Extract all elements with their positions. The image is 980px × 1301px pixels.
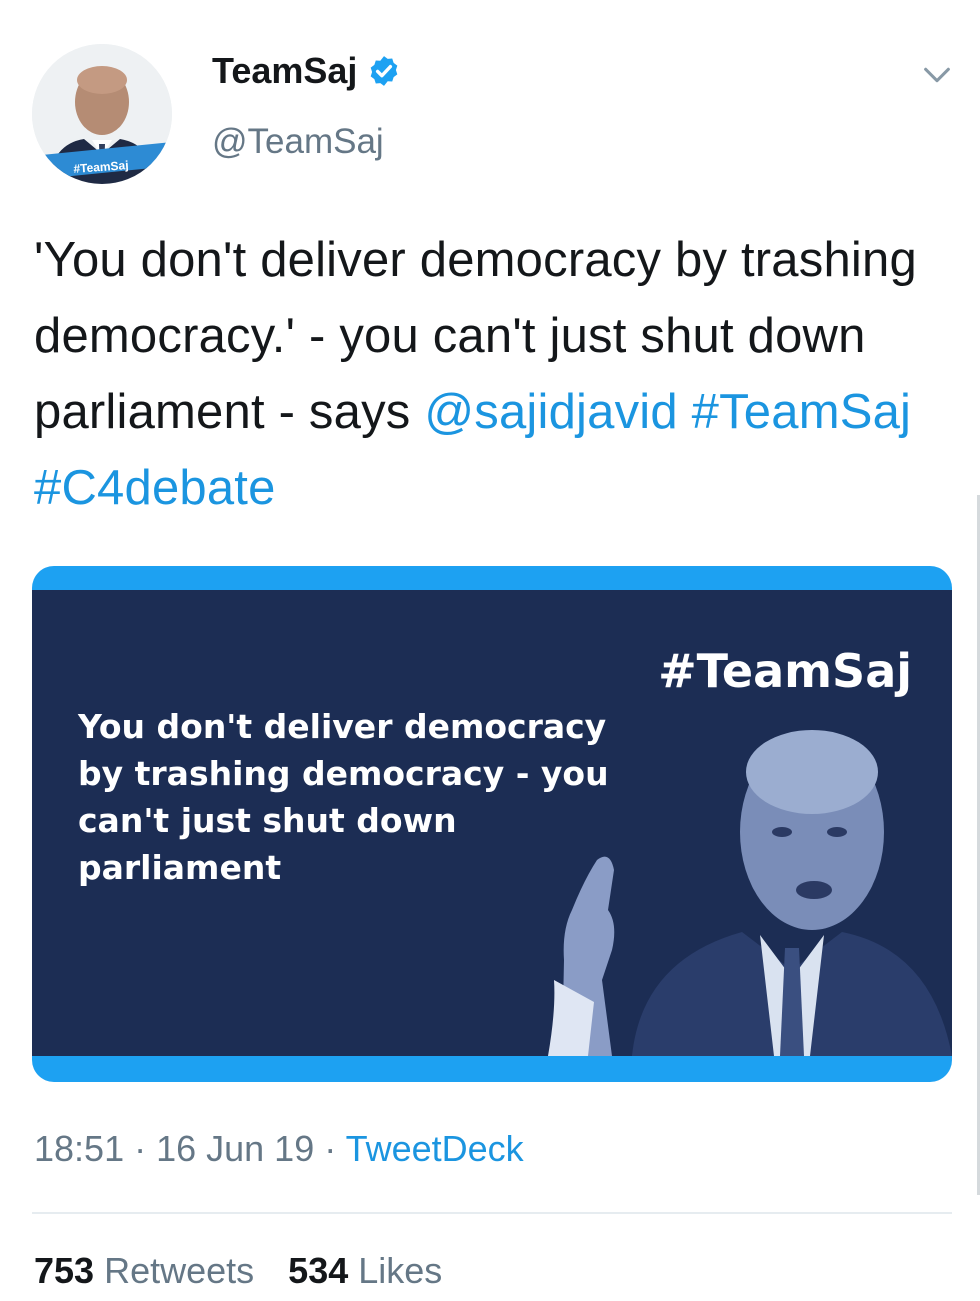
likes-label: Likes xyxy=(358,1250,443,1291)
tweet-time[interactable]: 18:51 xyxy=(34,1128,124,1169)
likes-count: 534 xyxy=(288,1250,349,1291)
name-row: TeamSaj xyxy=(212,50,401,92)
tweet-media-image[interactable]: #TeamSaj You don't deliver democracy by … xyxy=(32,566,952,1082)
meta-separator: · xyxy=(314,1128,346,1169)
retweets-label: Retweets xyxy=(104,1250,255,1291)
tweet-text: 'You don't deliver democracy by trashing… xyxy=(34,222,954,526)
meta-separator: · xyxy=(124,1128,157,1169)
retweets-count: 753 xyxy=(34,1250,95,1291)
mention-link[interactable]: @sajidjavid xyxy=(424,385,678,439)
tweet-source-link[interactable]: TweetDeck xyxy=(346,1128,524,1169)
chevron-down-icon[interactable] xyxy=(920,58,954,92)
retweets-stat[interactable]: 753 Retweets xyxy=(34,1250,254,1291)
likes-stat[interactable]: 534 Likes xyxy=(288,1250,442,1291)
media-hashtag: #TeamSaj xyxy=(658,644,912,698)
verified-badge-icon xyxy=(371,56,398,86)
tweet-header: #TeamSaj TeamSaj @TeamSaj xyxy=(30,36,960,186)
tweet-date[interactable]: 16 Jun 19 xyxy=(156,1128,314,1169)
tweet-meta: 18:51 · 16 Jun 19 · TweetDeck xyxy=(34,1128,524,1170)
speaker-photo xyxy=(548,730,952,1056)
handle[interactable]: @TeamSaj xyxy=(212,122,384,162)
divider xyxy=(32,1212,952,1214)
hashtag-link-teamsaj[interactable]: #TeamSaj xyxy=(692,385,912,439)
avatar[interactable]: #TeamSaj xyxy=(32,44,172,184)
hashtag-link-c4debate[interactable]: #C4debate xyxy=(34,461,276,515)
media-panel: #TeamSaj You don't deliver democracy by … xyxy=(32,590,952,1056)
display-name[interactable]: TeamSaj xyxy=(212,50,357,92)
tweet-stats: 753 Retweets 534 Likes xyxy=(34,1250,442,1292)
